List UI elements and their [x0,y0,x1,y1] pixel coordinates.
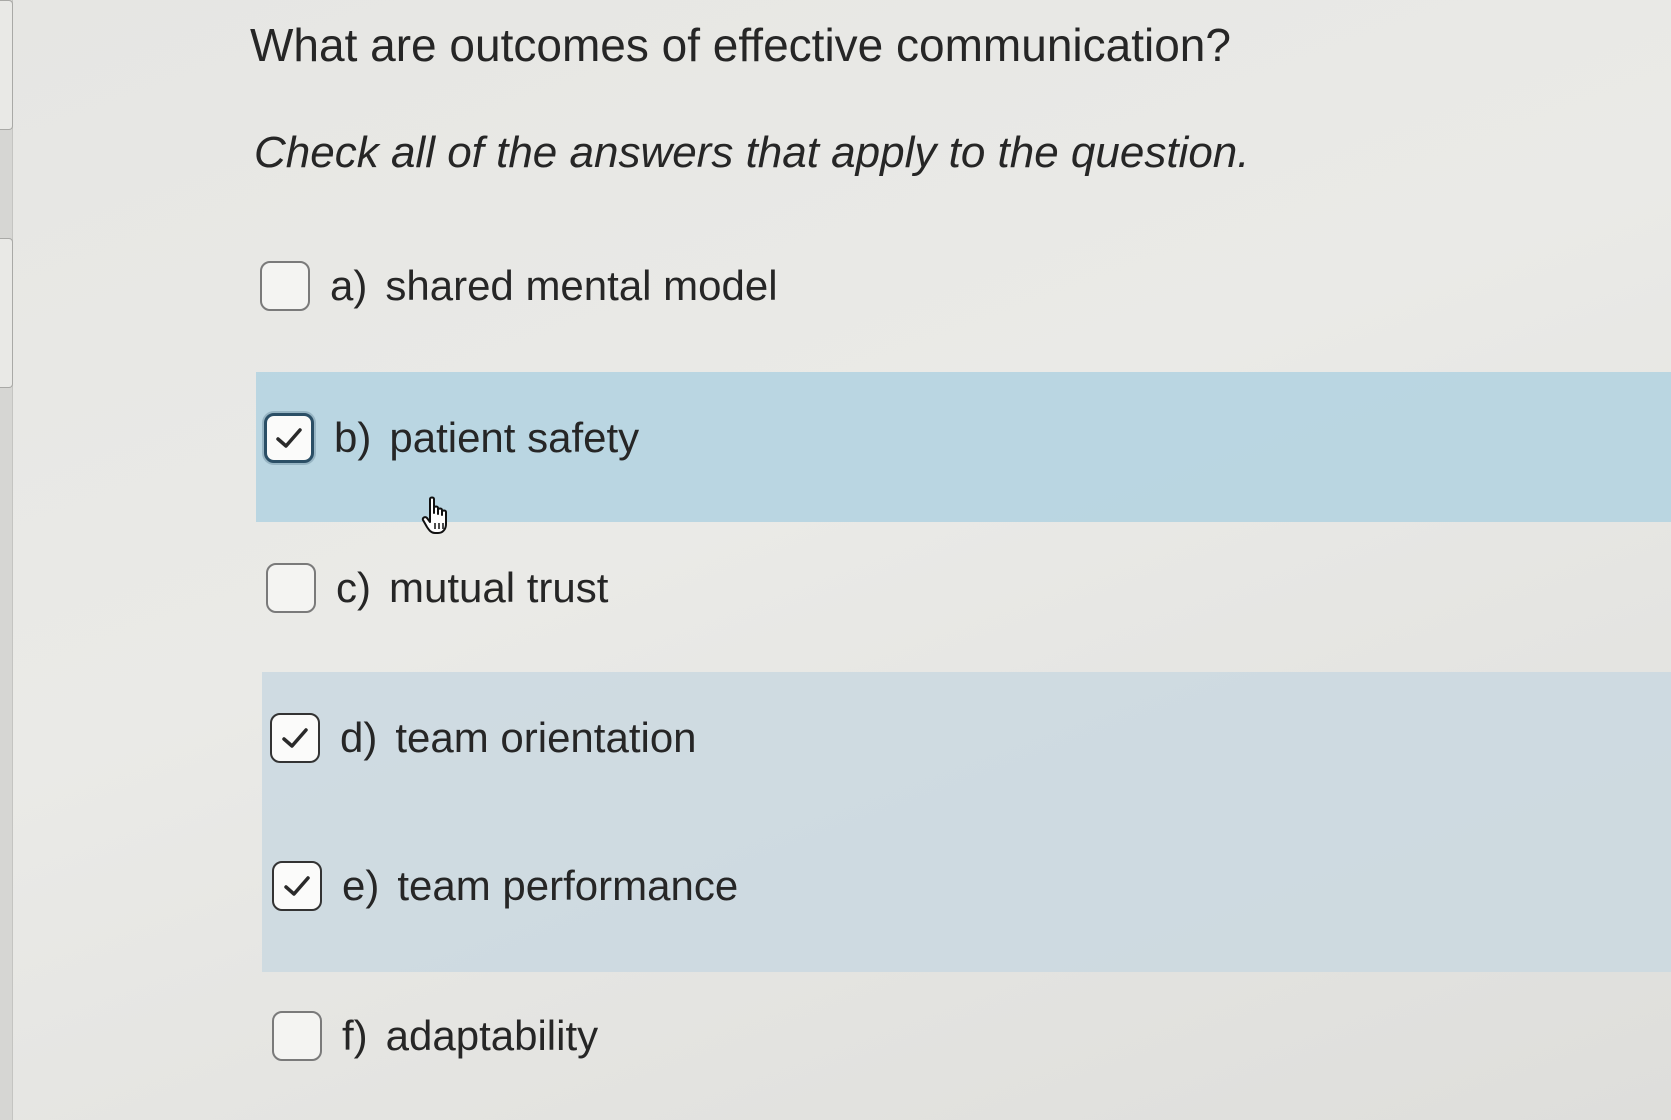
option-letter: b) [334,414,372,461]
left-panel-tab-top[interactable] [0,0,13,130]
answer-option-d[interactable]: d) team orientation [270,698,697,778]
option-letter: f) [342,1012,368,1059]
answer-option-b[interactable]: b) patient safety [264,398,639,478]
option-label: mutual trust [389,564,609,611]
checkmark-icon [284,876,310,896]
option-label: shared mental model [385,262,778,309]
option-label: team performance [397,862,739,909]
checkbox-c[interactable] [266,563,316,613]
checkbox-a[interactable] [260,261,310,311]
left-panel-tab-middle[interactable] [0,238,13,388]
option-label: team orientation [395,714,697,761]
left-window-edge [0,0,13,1120]
option-letter: c) [336,564,371,611]
hand-pointer-icon [421,496,447,534]
option-letter: d) [340,714,378,761]
checkbox-b[interactable] [264,413,314,463]
checkmark-icon [282,728,308,748]
answer-option-c[interactable]: c) mutual trust [266,548,608,628]
question-title: What are outcomes of effective communica… [250,19,1231,71]
checkbox-e[interactable] [272,861,322,911]
answer-option-a[interactable]: a) shared mental model [260,246,778,326]
option-letter: e) [342,862,380,909]
answer-option-f[interactable]: f) adaptability [272,996,598,1076]
checkbox-d[interactable] [270,713,320,763]
checkmark-icon [276,428,302,448]
question-instruction: Check all of the answers that apply to t… [254,128,1250,177]
checkbox-f[interactable] [272,1011,322,1061]
option-label: adaptability [385,1012,599,1059]
option-label: patient safety [389,414,640,461]
answer-option-e[interactable]: e) team performance [272,846,738,926]
option-letter: a) [330,262,368,309]
